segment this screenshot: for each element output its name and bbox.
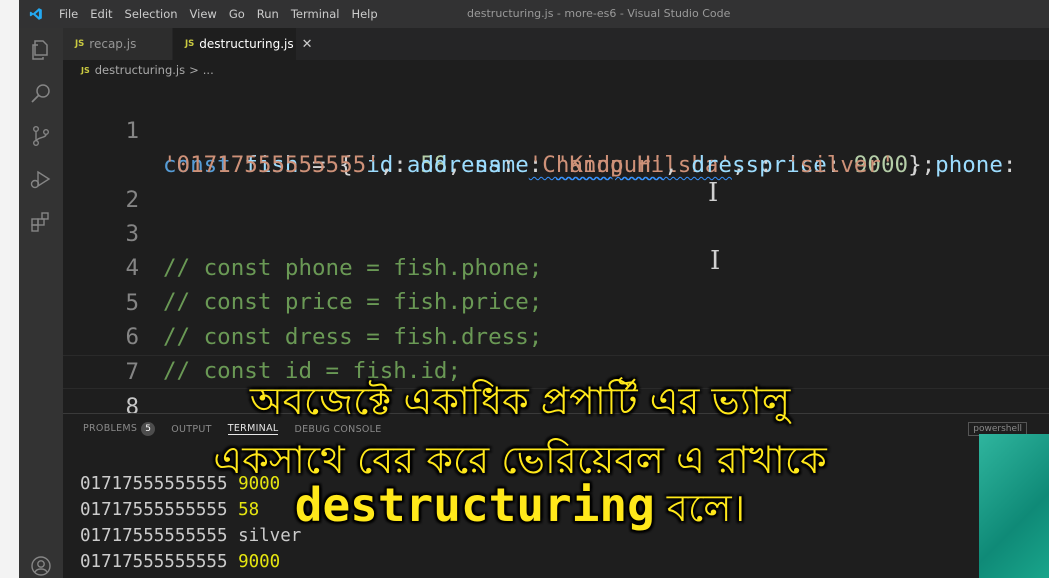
code-line-1-wrap: '01717555555555', address: 'Chandpur', d… [63,114,1049,178]
menu-edit[interactable]: Edit [84,7,118,21]
javascript-file-icon: JS [75,39,85,49]
screen-edge [0,0,19,578]
webcam-overlay [979,434,1049,578]
code-line-2: 2 [63,149,1049,213]
subtitle-rest: বলে। [654,486,746,530]
account-icon[interactable] [29,554,53,578]
menu-help[interactable]: Help [345,7,383,21]
vscode-logo-icon [29,8,42,20]
code-line-3: 3 // const phone = fish.phone; [63,183,1049,281]
javascript-file-icon: JS [81,65,90,75]
menu-view[interactable]: View [184,7,223,21]
explorer-icon[interactable] [29,38,53,62]
code-line-7: 7 [63,321,1049,385]
tab-destructuring-js[interactable]: JS destructuring.js ✕ [173,28,313,60]
breadcrumb: JS destructuring.js > ... [63,60,1049,80]
menu-selection[interactable]: Selection [119,7,184,21]
code-line-5: 5 // const dress = fish.dress; [63,252,1049,350]
search-icon[interactable] [29,81,53,105]
window-title: destructuring.js - more-es6 - Visual Stu… [467,7,731,20]
javascript-file-icon: JS [185,39,195,49]
code-line-6: 6 // const id = fish.id; [63,286,1049,384]
tab-label: destructuring.js [199,37,294,51]
extensions-icon[interactable] [29,210,53,234]
menu-go[interactable]: Go [223,7,251,21]
breadcrumb-file[interactable]: destructuring.js [95,63,185,77]
source-control-icon[interactable] [29,124,53,148]
text-cursor-icon: I [708,178,719,208]
code-editor[interactable]: 1 const fish = { id: 58, name: 'King Hil… [63,80,1049,413]
subtitle-line-1: অবজেক্টে একাধিক প্রপার্টি এর ভ্যালু [249,379,791,423]
subtitle-line-3: destructuring বলে। [120,478,920,543]
menu-run[interactable]: Run [251,7,285,21]
menu-file[interactable]: File [53,7,84,21]
editor-tab-bar: JS recap.js JS destructuring.js ✕ [63,28,1049,60]
code-line-4: 4 // const price = fish.price; [63,217,1049,315]
terminal-output-line: 01717555555555 9000 [80,552,281,572]
text-cursor-icon: I [710,246,721,276]
breadcrumb-rest[interactable]: ... [203,63,214,77]
menu-terminal[interactable]: Terminal [285,7,346,21]
close-icon[interactable]: ✕ [302,37,313,52]
run-debug-icon[interactable] [29,167,53,191]
subtitle-term: destructuring [294,478,655,532]
activity-bar [19,28,63,578]
tab-label: recap.js [89,37,137,51]
tab-recap-js[interactable]: JS recap.js [63,28,173,60]
code-line-1: 1 const fish = { id: 58, name: 'King Hil… [63,80,1049,178]
breadcrumb-separator: > [189,63,199,77]
